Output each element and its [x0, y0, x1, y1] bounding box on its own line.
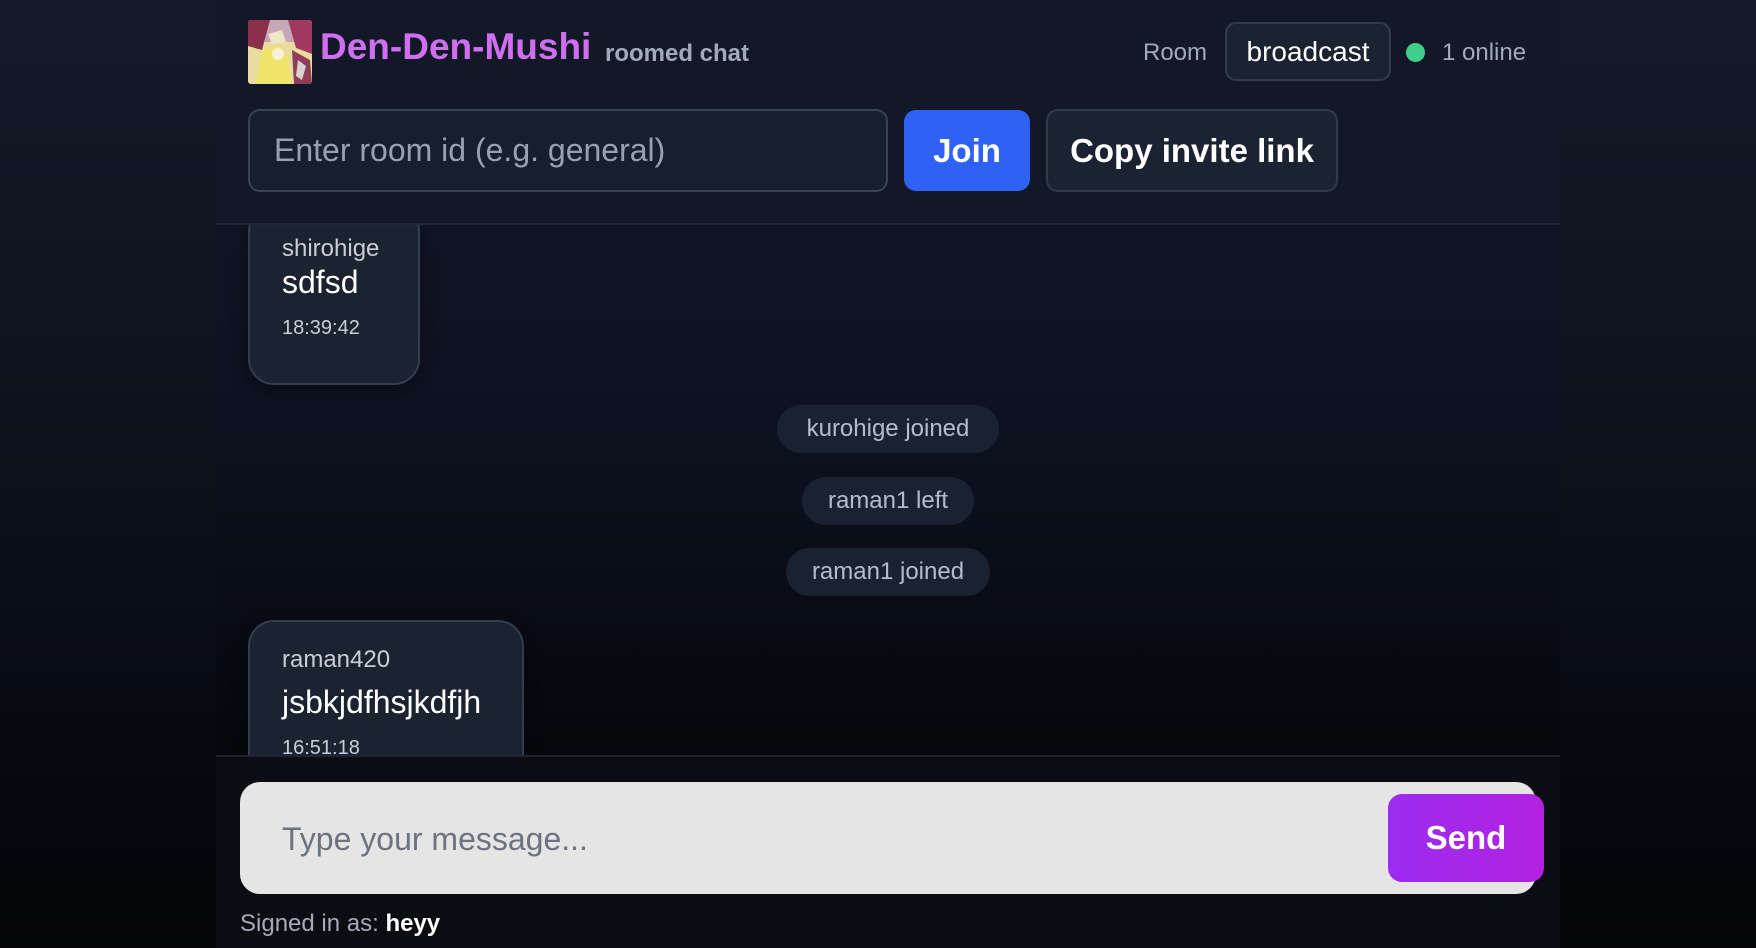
message-composer: Send: [240, 782, 1544, 894]
system-message: raman1 left: [802, 477, 974, 525]
join-button[interactable]: Join: [904, 110, 1030, 191]
room-id-input[interactable]: [248, 109, 888, 192]
online-count: 1 online: [1442, 39, 1527, 66]
message-timestamp: 18:39:42: [282, 317, 360, 339]
message-timestamp: 16:51:18: [282, 737, 360, 755]
system-message: raman1 joined: [786, 548, 990, 596]
signed-in-status: Signed in as: heyy: [240, 910, 440, 938]
signed-in-username: heyy: [385, 910, 441, 937]
chat-app: Den-Den-Mushi roomed chat Room broadcast…: [216, 0, 1560, 948]
message-text: jsbkjdfhsjkdfjh: [282, 684, 482, 720]
chat-footer: Send Signed in as: heyy: [216, 755, 1560, 948]
message-sender: shirohige: [282, 235, 380, 262]
app-subtitle: roomed chat: [605, 40, 750, 67]
message-list[interactable]: shirohige sdfsd 18:39:42 kurohige joined…: [216, 225, 1560, 755]
message-input[interactable]: [280, 802, 1344, 876]
message-bubble: shirohige sdfsd 18:39:42: [248, 225, 420, 385]
online-status-icon: [1406, 43, 1425, 62]
chat-header: Den-Den-Mushi roomed chat Room broadcast…: [216, 0, 1560, 225]
copy-invite-link-button[interactable]: Copy invite link: [1046, 109, 1338, 192]
send-button[interactable]: Send: [1388, 794, 1544, 882]
system-message: kurohige joined: [777, 405, 999, 453]
app-title: Den-Den-Mushi: [320, 26, 592, 67]
page-background: Den-Den-Mushi roomed chat Room broadcast…: [0, 0, 1756, 948]
current-room-badge: broadcast: [1225, 22, 1391, 81]
signed-in-label: Signed in as:: [240, 910, 379, 937]
message-sender: raman420: [282, 646, 391, 673]
message-text: sdfsd: [282, 264, 359, 300]
app-logo: [248, 20, 312, 84]
room-label: Room: [1143, 39, 1208, 66]
message-bubble: raman420 jsbkjdfhsjkdfjh 16:51:18: [248, 620, 524, 755]
